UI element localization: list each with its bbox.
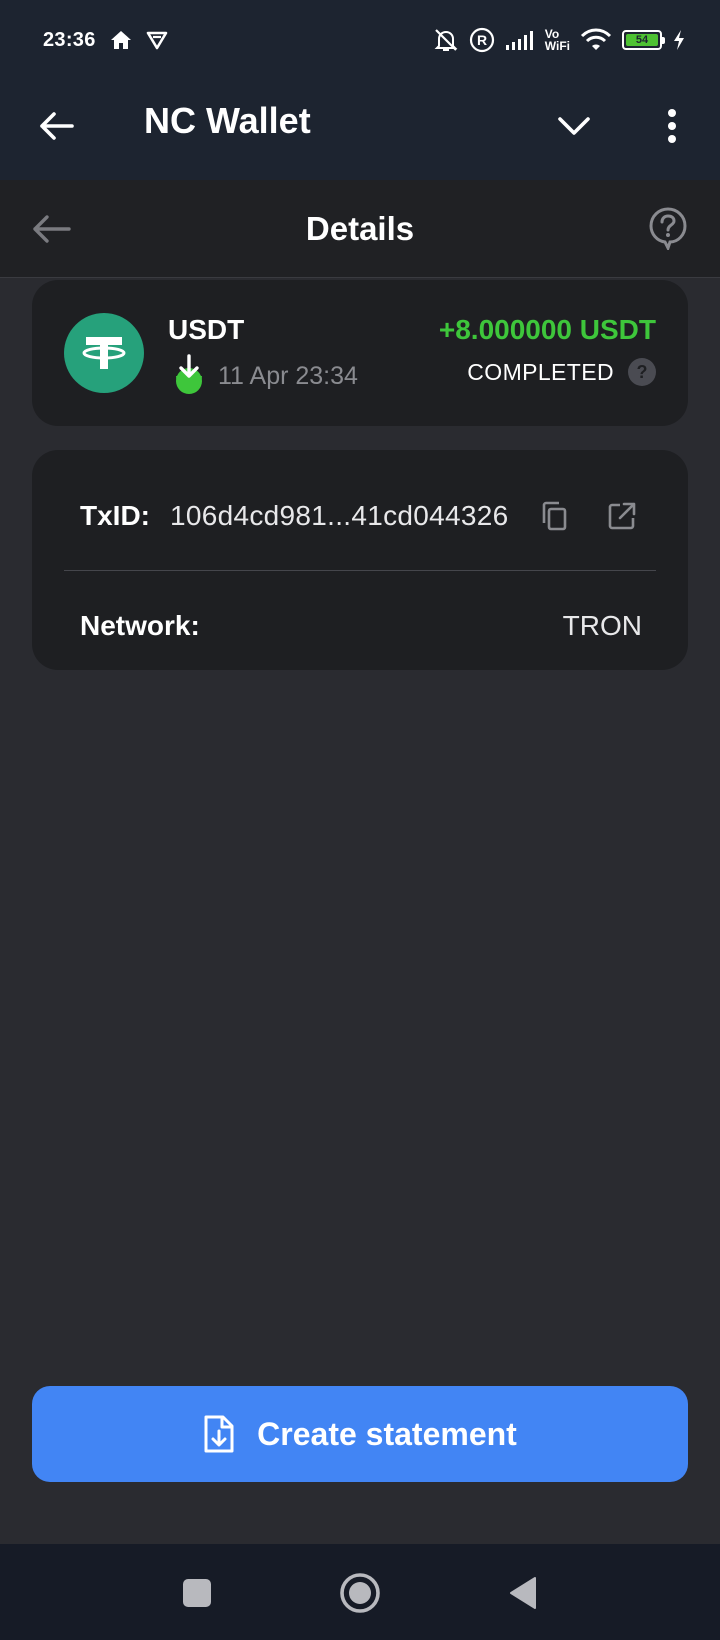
- mute-bell-icon: [433, 27, 459, 53]
- details-title: Details: [305, 210, 415, 247]
- document-download-icon: [204, 1415, 234, 1453]
- signal-icon: [505, 29, 535, 51]
- app-bar: NC Wallet: [0, 80, 720, 180]
- back-arrow-icon: [40, 112, 74, 140]
- status-time: 23:36: [43, 28, 96, 51]
- recents-square-icon: [183, 1579, 211, 1607]
- system-nav-bar: [0, 1544, 720, 1640]
- network-row: Network: TRON: [80, 598, 642, 654]
- vpn-icon: [146, 30, 168, 50]
- status-left: 23:36: [43, 29, 168, 52]
- txid-actions: [536, 498, 640, 534]
- copy-txid-button[interactable]: [536, 498, 572, 534]
- divider: [64, 570, 656, 571]
- help-icon: [649, 207, 687, 250]
- txid-label: TxID:: [80, 500, 150, 531]
- more-vertical-icon: [668, 109, 676, 143]
- usdt-logo-icon: [64, 313, 144, 393]
- recents-button[interactable]: [172, 1568, 222, 1618]
- wallet-dropdown-button[interactable]: [552, 104, 596, 148]
- open-explorer-button[interactable]: [604, 498, 640, 534]
- coin-name: USDT: [168, 314, 245, 345]
- app-back-button[interactable]: [34, 104, 78, 148]
- app-title: NC Wallet: [144, 100, 311, 141]
- transaction-date: 11 Apr 23:34: [218, 362, 358, 390]
- home-icon: [110, 30, 132, 50]
- home-circle-icon: [340, 1573, 380, 1613]
- copy-icon: [542, 501, 567, 531]
- registered-icon: R: [469, 27, 495, 53]
- wifi-icon: [580, 28, 612, 52]
- transaction-info-card: TxID: 106d4cd981...41cd044326 Network: T…: [32, 450, 688, 670]
- transaction-status-row: COMPLETED ?: [467, 358, 656, 386]
- more-options-button[interactable]: [650, 104, 694, 148]
- create-statement-button[interactable]: Create statement: [32, 1386, 688, 1482]
- transaction-card[interactable]: USDT 11 Apr 23:34 +8.000000 USDT COMPLET…: [32, 280, 688, 426]
- battery-icon: 54: [622, 30, 665, 50]
- battery-level: 54: [626, 34, 658, 46]
- status-bar: 23:36 R Vo WiFi 54: [0, 0, 720, 80]
- help-button[interactable]: [644, 204, 692, 252]
- back-button[interactable]: [498, 1568, 548, 1618]
- status-right: R Vo WiFi 54: [433, 27, 686, 53]
- home-button[interactable]: [335, 1568, 385, 1618]
- network-label: Network:: [80, 610, 200, 641]
- create-statement-label: Create statement: [257, 1415, 517, 1452]
- status-help-icon[interactable]: ?: [628, 358, 656, 386]
- txid-value: 106d4cd981...41cd044326: [170, 500, 509, 531]
- network-value: TRON: [562, 610, 642, 641]
- back-triangle-icon: [510, 1577, 536, 1609]
- transaction-status: COMPLETED: [467, 358, 614, 385]
- vowifi-label: Vo WiFi: [544, 27, 570, 53]
- transaction-amount: +8.000000 USDT: [438, 314, 656, 345]
- open-external-icon: [608, 502, 636, 530]
- txid-row: TxID: 106d4cd981...41cd044326: [80, 488, 640, 544]
- incoming-arrow-icon: [172, 354, 206, 396]
- details-header: Details: [0, 180, 720, 278]
- svg-text:R: R: [477, 32, 487, 48]
- charging-icon: [672, 29, 686, 51]
- chevron-down-icon: [558, 117, 590, 135]
